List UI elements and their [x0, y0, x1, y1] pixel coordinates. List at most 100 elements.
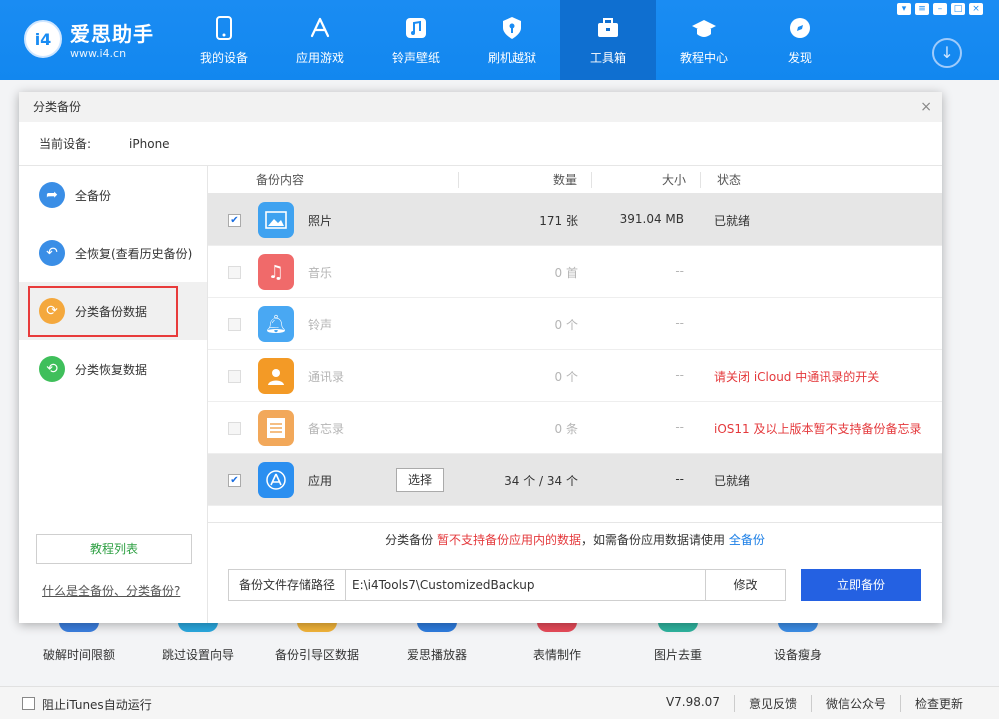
row-size: 391.04 MB [619, 212, 684, 226]
table-header: 备份内容 数量 大小 状态 [208, 166, 942, 194]
table-row[interactable]: ✔ 应用 选择 34 个 / 34 个 -- 已就绪 [208, 454, 942, 506]
current-device: 当前设备: iPhone [19, 122, 942, 166]
sidebar-item-category-backup[interactable]: ⟳ 分类备份数据 [19, 282, 207, 340]
row-size: -- [675, 472, 684, 486]
nav-label: 应用游戏 [295, 50, 344, 65]
logo-url: www.i4.cn [70, 47, 127, 60]
logo-badge: i4 [24, 20, 62, 58]
notice-text: ，如需备份应用数据请使用 [581, 533, 729, 547]
change-path-button[interactable]: 修改 [706, 569, 786, 601]
app-store-icon [258, 462, 294, 498]
what-is-backup-link[interactable]: 什么是全备份、分类备份? [42, 582, 180, 599]
path-label-button[interactable]: 备份文件存储路径 [228, 569, 346, 601]
path-input[interactable]: E:\i4Tools7\CustomizedBackup [346, 569, 706, 601]
highlight-box [28, 286, 178, 337]
sidebar-item-full-backup[interactable]: ➦ 全备份 [19, 166, 207, 224]
compass-icon [787, 15, 813, 41]
toolbox-icon [595, 15, 621, 41]
dialog-title: 分类备份 [33, 100, 82, 114]
backup-now-button[interactable]: 立即备份 [801, 569, 921, 601]
graduation-cap-icon [691, 15, 717, 41]
row-checkbox[interactable]: ✔ [228, 214, 241, 227]
row-count: 0 首 [554, 266, 578, 280]
backup-sidebar: ➦ 全备份 ↶ 全恢复(查看历史备份) ⟳ 分类备份数据 ⟲ 分类恢复数据 教程… [19, 166, 208, 623]
top-header: i4 爱思助手 www.i4.cn 我的设备 应用游戏 铃声壁纸 刷机越狱 工具… [0, 0, 999, 80]
tutorial-list-button[interactable]: 教程列表 [36, 534, 192, 564]
device-label: 当前设备: [39, 137, 92, 151]
close-icon[interactable]: × [920, 92, 932, 122]
nav-tutorial-center[interactable]: 教程中心 [656, 0, 752, 80]
nav-label: 发现 [787, 50, 812, 65]
bell-icon: 🔔︎ [258, 306, 294, 342]
notes-icon [258, 410, 294, 446]
music-icon: ♫ [258, 254, 294, 290]
row-name: 音乐 [308, 266, 333, 280]
sidebar-item-label: 全恢复(查看历史备份) [75, 246, 193, 261]
row-status: 已就绪 [714, 214, 751, 228]
sidebar-item-label: 分类恢复数据 [75, 362, 148, 377]
nav-label: 铃声壁纸 [391, 50, 440, 65]
sidebar-item-category-restore[interactable]: ⟲ 分类恢复数据 [19, 340, 207, 398]
contacts-icon [258, 358, 294, 394]
row-checkbox [228, 370, 241, 383]
wechat-link[interactable]: 微信公众号 [810, 695, 900, 712]
category-restore-icon: ⟲ [39, 356, 65, 382]
maximize-icon[interactable]: □ [951, 3, 965, 15]
sidebar-item-full-restore[interactable]: ↶ 全恢复(查看历史备份) [19, 224, 207, 282]
nav-ringtones[interactable]: 铃声壁纸 [368, 0, 464, 80]
header-size: 大小 [661, 173, 686, 187]
phone-icon [211, 15, 237, 41]
device-value: iPhone [129, 137, 170, 151]
row-size: -- [675, 264, 684, 278]
itunes-checkbox[interactable] [22, 697, 35, 710]
shirt-icon[interactable]: ▾ [897, 3, 911, 15]
check-update-link[interactable]: 检查更新 [899, 695, 977, 712]
music-note-icon [403, 15, 429, 41]
row-checkbox[interactable]: ✔ [228, 474, 241, 487]
nav-apps-games[interactable]: 应用游戏 [272, 0, 368, 80]
itunes-label: 阻止iTunes自动运行 [42, 698, 152, 712]
row-status-warning: iOS11 及以上版本暂不支持备份备忘录 [714, 422, 922, 436]
window-controls: ▾ ≡ – □ × [897, 3, 983, 15]
app-store-icon [307, 15, 333, 41]
nav-label: 工具箱 [589, 50, 626, 65]
feedback-link[interactable]: 意见反馈 [733, 695, 811, 712]
row-checkbox [228, 266, 241, 279]
table-row: 🔔︎ 铃声 0 个 -- [208, 298, 942, 350]
backup-content: 备份内容 数量 大小 状态 ✔ 照片 171 张 391.04 MB 已就绪 ♫… [208, 166, 942, 623]
category-backup-dialog: 分类备份 × 当前设备: iPhone ➦ 全备份 ↶ 全恢复(查看历史备份) ⟳… [19, 92, 942, 623]
header-count: 数量 [552, 173, 577, 187]
close-icon[interactable]: × [969, 3, 983, 15]
table-row[interactable]: ✔ 照片 171 张 391.04 MB 已就绪 [208, 194, 942, 246]
backup-notice: 分类备份 暂不支持备份应用内的数据，如需备份应用数据请使用 全备份 [208, 522, 942, 552]
row-name: 通讯录 [308, 370, 345, 384]
nav-label: 刷机越狱 [487, 50, 536, 65]
row-size: -- [675, 420, 684, 434]
app-logo: i4 爱思助手 www.i4.cn [24, 18, 154, 60]
row-name: 铃声 [308, 318, 333, 332]
nav-flash-jailbreak[interactable]: 刷机越狱 [464, 0, 560, 80]
full-backup-link[interactable]: 全备份 [729, 533, 765, 547]
nav-label: 教程中心 [679, 50, 728, 65]
shield-key-icon [499, 15, 525, 41]
select-apps-button[interactable]: 选择 [396, 468, 444, 492]
row-count: 34 个 / 34 个 [504, 474, 578, 488]
minimize-icon[interactable]: – [933, 3, 947, 15]
back-arrow-icon: ↶ [39, 240, 65, 266]
row-checkbox [228, 422, 241, 435]
status-bar: 阻止iTunes自动运行 V7.98.07 意见反馈 微信公众号 检查更新 [0, 686, 999, 719]
photos-icon [258, 202, 294, 238]
header-status: 状态 [717, 173, 742, 187]
nav-my-device[interactable]: 我的设备 [176, 0, 272, 80]
settings-icon[interactable]: ≡ [915, 3, 929, 15]
nav-label: 我的设备 [199, 50, 248, 65]
download-icon[interactable]: ↓ [932, 38, 962, 68]
logo-name: 爱思助手 [70, 22, 154, 46]
nav-discover[interactable]: 发现 [752, 0, 848, 80]
dialog-title-bar: 分类备份 × [19, 92, 942, 122]
row-count: 0 条 [554, 422, 578, 436]
row-name: 应用 [308, 474, 333, 488]
row-status-warning: 请关闭 iCloud 中通讯录的开关 [714, 370, 880, 384]
main-nav: 我的设备 应用游戏 铃声壁纸 刷机越狱 工具箱 教程中心 发现 [176, 0, 848, 80]
nav-toolbox[interactable]: 工具箱 [560, 0, 656, 80]
